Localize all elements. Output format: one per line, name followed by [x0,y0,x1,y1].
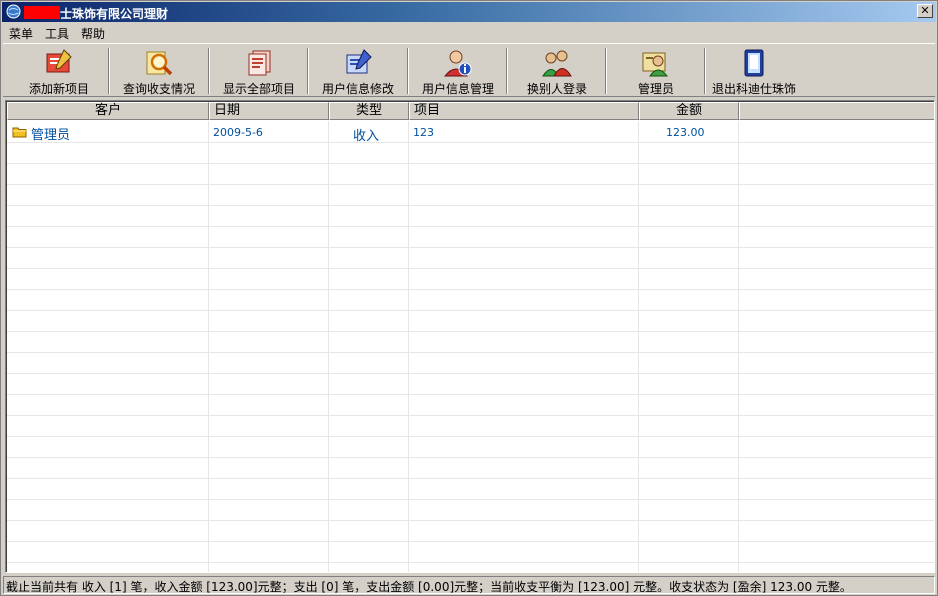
row-divider [7,163,934,164]
row-divider [7,520,934,521]
redacted-block [24,6,60,19]
status-summary: 截止当前共有 收入 [1] 笔，收入金额 [123.00]元整；支出 [0] 笔… [6,580,852,594]
column-divider [208,121,209,572]
edit-user-icon [346,49,372,74]
user-info-icon [443,50,472,77]
toolbar-separator [407,48,409,94]
column-header-type[interactable]: 类型 [329,102,409,120]
row-divider [7,394,934,395]
title-bar[interactable]: 士珠饰有限公司理财 ✕ [2,2,936,22]
row-divider [7,331,934,332]
row-divider [7,310,934,311]
exit-label: 退出科迪仕珠饰 [711,82,796,96]
query-button[interactable]: 查询收支情况 [111,46,207,96]
row-divider [7,268,934,269]
add-item-label: 添加新项目 [28,82,89,96]
toolbar: 添加新项目 查询收支情况 显示全部项目 用户信息修改 用户信息管理 换别人登录 … [3,43,935,97]
admin-label: 管理员 [637,82,674,96]
window-title: 士珠饰有限公司理财 [60,7,169,21]
search-icon [146,51,173,76]
row-divider [7,289,934,290]
row-divider [7,184,934,185]
switch-user-button[interactable]: 换别人登录 [509,46,605,96]
toolbar-separator [307,48,309,94]
edit-user-label: 用户信息修改 [321,82,394,96]
column-header-date[interactable]: 日期 [209,102,329,120]
cell-customer: 管理员 [31,128,71,143]
column-header-amount[interactable]: 金额 [639,102,739,120]
status-bar: 截止当前共有 收入 [1] 笔，收入金额 [123.00]元整；支出 [0] 笔… [3,576,935,594]
add-item-icon [46,49,72,73]
grid-body: 客户 日期 类型 项目 金额 管理员 2009-5-6 收入 123 123.0… [6,101,934,572]
row-divider [7,373,934,374]
app-window: 士珠饰有限公司理财 ✕ 菜单 工具 帮助 添加新项目 查询收支情况 显示全部项目… [0,0,938,596]
cell-date: 2009-5-6 [213,126,263,139]
close-button[interactable]: ✕ [917,4,933,18]
column-divider [638,121,639,572]
exit-icon [744,49,764,77]
menu-tools[interactable]: 工具 [45,25,69,42]
show-all-label: 显示全部项目 [222,82,295,96]
row-divider [7,352,934,353]
row-divider [7,541,934,542]
admin-button[interactable]: 管理员 [608,46,704,96]
row-divider [7,142,934,143]
row-divider [7,562,934,563]
user-manage-button[interactable]: 用户信息管理 [410,46,506,96]
switch-user-label: 换别人登录 [526,82,587,96]
show-all-button[interactable]: 显示全部项目 [211,46,307,96]
column-divider [328,121,329,572]
exit-button[interactable]: 退出科迪仕珠饰 [705,46,803,96]
column-header-blank[interactable] [739,102,934,120]
column-divider [738,121,739,572]
folder-icon [12,127,27,138]
data-grid[interactable]: 客户 日期 类型 项目 金额 管理员 2009-5-6 收入 123 123.0… [5,100,935,573]
row-divider [7,457,934,458]
row-divider [7,499,934,500]
edit-user-button[interactable]: 用户信息修改 [310,46,406,96]
toolbar-separator [605,48,607,94]
menu-bar: 菜单 工具 帮助 [2,23,936,42]
toolbar-separator [208,48,210,94]
column-header-customer[interactable]: 客户 [7,102,209,120]
row-divider [7,436,934,437]
cell-item: 123 [413,126,434,139]
cell-amount: 123.00 [666,126,705,139]
documents-icon [248,50,271,76]
toolbar-separator [506,48,508,94]
row-divider [7,415,934,416]
user-manage-label: 用户信息管理 [421,82,494,96]
toolbar-separator [108,48,110,94]
menu-main[interactable]: 菜单 [9,25,33,42]
column-divider [408,121,409,572]
row-divider [7,247,934,248]
query-label: 查询收支情况 [122,82,195,96]
admin-icon [642,52,669,77]
globe-app-icon [6,4,21,19]
row-divider [7,478,934,479]
row-divider [7,226,934,227]
row-divider [7,205,934,206]
column-header-item[interactable]: 项目 [409,102,639,120]
switch-user-icon [542,50,572,77]
add-item-button[interactable]: 添加新项目 [11,46,107,96]
menu-help[interactable]: 帮助 [81,25,105,42]
